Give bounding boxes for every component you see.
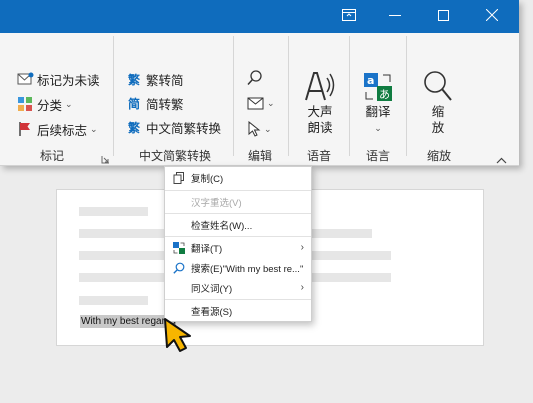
pointer-icon	[248, 121, 261, 137]
categorize-label: 分类	[37, 98, 63, 113]
menu-separator	[165, 190, 311, 191]
context-item-search[interactable]: 搜索(E)"With my best re..."	[165, 258, 311, 278]
copy-icon	[173, 172, 184, 184]
follow-up-label: 后续标志	[37, 123, 88, 138]
chevron-down-icon: ⌄	[65, 98, 73, 109]
context-menu: 复制(C) 汉字重选(V) 检查姓名(W)... 翻译(T) › 搜索(E)"W…	[164, 166, 312, 322]
zoom-group-label: 缩放	[426, 149, 451, 163]
context-item-synonyms[interactable]: 同义词(Y) ›	[165, 278, 311, 298]
chinese-convert-button[interactable]: 繁 中文简繁转换	[125, 116, 221, 138]
read-aloud-label-1: 大声	[307, 105, 333, 119]
zoom-button[interactable]: 缩 放	[420, 70, 456, 136]
flag-icon	[16, 120, 34, 138]
mark-unread-button[interactable]: 标记为未读	[16, 68, 100, 90]
chevron-down-icon: ⌄	[264, 123, 272, 134]
context-item-reconvert: 汉字重选(V)	[165, 192, 311, 212]
chinese-convert-icon: 繁	[127, 120, 140, 135]
svg-text:あ: あ	[379, 88, 390, 101]
translate-icon: aあ	[364, 73, 392, 101]
maximize-icon	[437, 9, 449, 21]
tags-group-label: 标记	[39, 149, 64, 163]
to-traditional-button[interactable]: 简 简转繁	[125, 92, 184, 114]
title-bar	[0, 0, 519, 33]
maximize-button[interactable]	[420, 0, 466, 30]
search-icon	[247, 70, 262, 86]
mouse-pointer-icon	[164, 318, 191, 352]
envelope-icon	[247, 97, 264, 110]
find-button[interactable]	[247, 70, 263, 91]
context-item-label: 同义词(Y)	[191, 284, 233, 295]
context-item-label: 汉字重选(V)	[191, 198, 242, 209]
translate-label: 翻译	[365, 105, 391, 119]
context-item-label: 复制(C)	[191, 174, 224, 185]
chevron-down-icon: ⌄	[267, 98, 275, 108]
collapse-ribbon-button[interactable]	[496, 151, 507, 169]
svg-text:a: a	[367, 74, 374, 87]
outlook-window: 标记为未读 分类 ⌄ 后续标志 ⌄ 标记 繁 繁转简 简 简转繁 繁 中文简繁转…	[0, 0, 519, 166]
speech-group-label: 语音	[306, 149, 331, 163]
zoom-label-1: 缩	[431, 105, 445, 119]
ribbon-display-options-button[interactable]	[326, 0, 372, 30]
context-item-label: 查看源(S)	[191, 307, 233, 318]
ribbon-display-icon	[342, 9, 356, 21]
minimize-button[interactable]	[372, 0, 418, 30]
submenu-arrow-icon: ›	[300, 282, 304, 293]
chevron-up-icon	[496, 157, 507, 164]
group-divider	[233, 36, 234, 156]
categorize-icon	[16, 95, 34, 113]
read-aloud-button[interactable]: 大声 朗读	[300, 70, 340, 136]
group-divider	[113, 36, 114, 156]
context-item-translate[interactable]: 翻译(T) ›	[165, 238, 311, 258]
zoom-label-2: 放	[431, 121, 445, 135]
select-button[interactable]: ⌄	[248, 121, 272, 137]
traditional-to-simplified-icon: 繁	[127, 72, 140, 87]
read-aloud-icon	[305, 72, 335, 101]
menu-separator	[165, 236, 311, 237]
zoom-icon	[424, 71, 452, 101]
minimize-icon	[389, 15, 401, 16]
context-item-label: 搜索(E)"With my best re..."	[191, 264, 304, 275]
replace-button[interactable]: ⌄	[247, 97, 275, 110]
menu-separator	[165, 299, 311, 300]
group-divider	[288, 36, 289, 156]
chevron-down-icon: ⌄	[90, 123, 98, 134]
context-item-copy[interactable]: 复制(C)	[165, 168, 311, 188]
context-item-label: 翻译(T)	[191, 244, 223, 255]
mark-unread-label: 标记为未读	[37, 73, 100, 88]
context-item-check-names[interactable]: 检查姓名(W)...	[165, 215, 311, 235]
chevron-down-icon: ⌄	[374, 123, 382, 133]
to-simplified-label: 繁转简	[146, 73, 184, 88]
language-group-label: 语言	[365, 149, 390, 163]
group-divider	[406, 36, 407, 156]
translate-icon	[173, 242, 185, 254]
translate-button[interactable]: aあ 翻译 ⌄	[358, 72, 398, 136]
menu-separator	[165, 213, 311, 214]
dialog-launcher-icon[interactable]	[101, 151, 110, 169]
simplified-to-traditional-icon: 简	[127, 96, 140, 111]
group-divider	[349, 36, 350, 156]
to-traditional-label: 简转繁	[146, 97, 184, 112]
read-aloud-label-2: 朗读	[307, 121, 333, 135]
search-icon	[173, 262, 185, 274]
envelope-unread-icon	[16, 70, 34, 88]
chinese-convert-label: 中文简繁转换	[146, 121, 222, 136]
text-placeholder-line	[79, 296, 148, 305]
context-item-label: 检查姓名(W)...	[191, 221, 253, 232]
categorize-button[interactable]: 分类 ⌄	[16, 93, 73, 115]
text-placeholder-line	[79, 207, 148, 216]
chinese-group-label: 中文简繁转换	[138, 149, 211, 163]
to-simplified-button[interactable]: 繁 繁转简	[125, 68, 184, 90]
editing-group-label: 编辑	[247, 149, 272, 163]
follow-up-button[interactable]: 后续标志 ⌄	[16, 118, 98, 140]
submenu-arrow-icon: ›	[300, 242, 304, 253]
close-button[interactable]	[469, 0, 515, 30]
close-icon	[486, 9, 498, 21]
